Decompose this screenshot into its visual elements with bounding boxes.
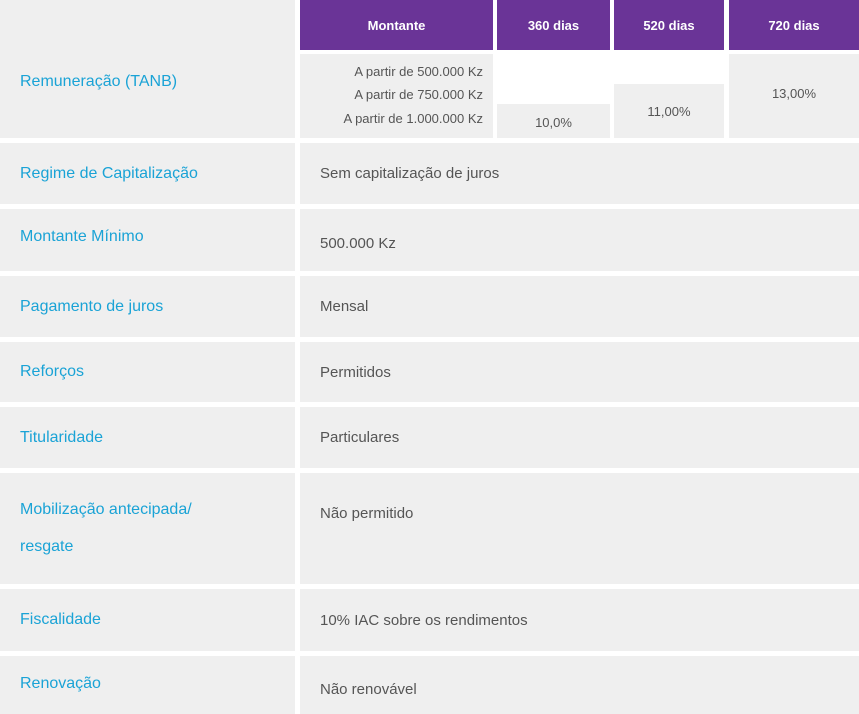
label-regime-capitalizacao: Regime de Capitalização xyxy=(0,143,295,204)
remuneracao-label: Remuneração (TANB) xyxy=(20,73,178,90)
value-renovacao: Não renovável xyxy=(300,656,859,714)
header-520-dias: 520 dias xyxy=(614,0,724,50)
header-360-dias: 360 dias xyxy=(497,0,610,50)
value-regime-capitalizacao: Sem capitalização de juros xyxy=(300,143,859,204)
rate-360-dias: 10,0% xyxy=(497,104,610,138)
label-mobilizacao-antecipada: Mobilização antecipada/ resgate xyxy=(0,473,295,584)
value-reforcos: Permitidos xyxy=(300,342,859,402)
rate-520-dias: 11,00% xyxy=(614,84,724,138)
label-fiscalidade: Fiscalidade xyxy=(0,589,295,651)
tier-1000000: A partir de 1.000.000 Kz xyxy=(343,111,483,126)
label-mobilizacao-line1: Mobilização antecipada/ xyxy=(20,501,192,518)
label-titularidade: Titularidade xyxy=(0,407,295,468)
label-reforcos: Reforços xyxy=(0,342,295,402)
label-pagamento-juros: Pagamento de juros xyxy=(0,276,295,337)
value-montante-minimo: 500.000 Kz xyxy=(300,209,859,271)
value-mobilizacao-antecipada-cell: Não permitido xyxy=(300,473,859,584)
header-montante: Montante xyxy=(300,0,493,50)
value-pagamento-juros: Mensal xyxy=(300,276,859,337)
label-montante-minimo: Montante Mínimo xyxy=(0,209,295,271)
value-mobilizacao-antecipada: Não permitido xyxy=(320,504,414,522)
label-renovacao: Renovação xyxy=(0,656,295,714)
header-720-dias: 720 dias xyxy=(729,0,859,50)
montante-tiers-cell: A partir de 500.000 Kz A partir de 750.0… xyxy=(300,54,493,138)
value-titularidade: Particulares xyxy=(300,407,859,468)
rate-720-dias: 13,00% xyxy=(729,54,859,138)
label-mobilizacao-line2: resgate xyxy=(20,538,74,555)
tier-750000: A partir de 750.000 Kz xyxy=(354,87,483,102)
value-fiscalidade: 10% IAC sobre os rendimentos xyxy=(300,589,859,651)
tier-500000: A partir de 500.000 Kz xyxy=(354,64,483,79)
